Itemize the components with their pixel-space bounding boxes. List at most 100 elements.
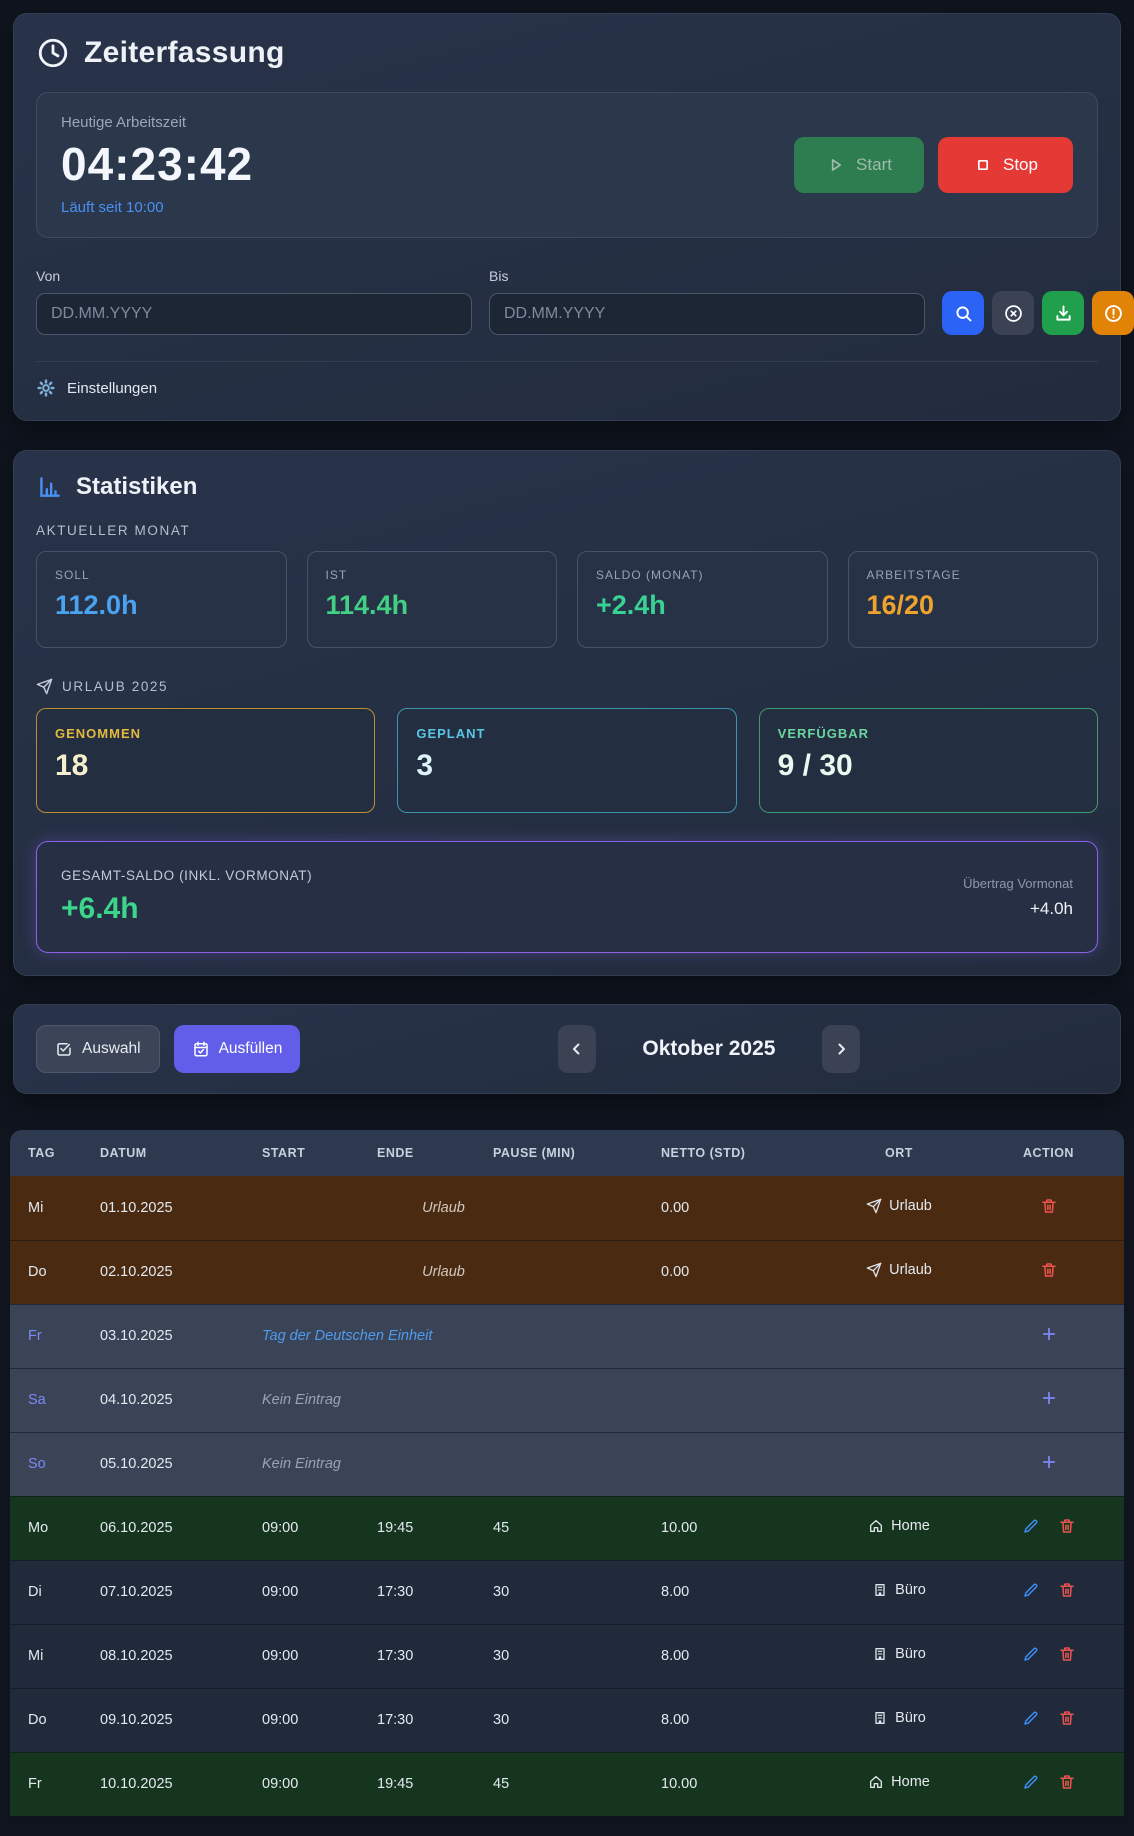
- header-netto: NETTO (STD): [643, 1130, 825, 1176]
- current-month-section-label: AKTUELLER MONAT: [36, 523, 1098, 538]
- cell-datum: 10.10.2025: [82, 1752, 244, 1816]
- von-date-input[interactable]: [36, 293, 472, 335]
- search-button[interactable]: [942, 291, 984, 335]
- trash-icon: [1040, 1197, 1058, 1215]
- delete-entry-button[interactable]: [1049, 1517, 1085, 1538]
- pencil-icon: [1022, 1645, 1040, 1663]
- cell-datum: 03.10.2025: [82, 1304, 244, 1368]
- cell-note: Urlaub: [244, 1176, 643, 1240]
- stat-value: +2.4h: [596, 590, 809, 621]
- cell-pause: 45: [475, 1752, 643, 1816]
- edit-entry-button[interactable]: [1013, 1645, 1049, 1666]
- cell-action: [973, 1240, 1124, 1304]
- cell-netto: 10.00: [643, 1496, 825, 1560]
- vacation-label: GEPLANT: [416, 726, 717, 741]
- header-start: START: [244, 1130, 359, 1176]
- edit-entry-button[interactable]: [1013, 1517, 1049, 1538]
- cell-datum: 04.10.2025: [82, 1368, 244, 1432]
- cell-ort: Urlaub: [825, 1176, 973, 1240]
- cell-action: [973, 1624, 1124, 1688]
- vacation-section-label: URLAUB 2025: [36, 678, 1098, 695]
- cell-tag: Do: [10, 1240, 82, 1304]
- date-filter-row: Von Bis: [36, 268, 1098, 335]
- cell-ort: Büro: [825, 1688, 973, 1752]
- alert-button[interactable]: [1092, 291, 1134, 335]
- table-row: So 05.10.2025 Kein Eintrag: [10, 1432, 1124, 1496]
- timer-card: Zeiterfassung Heutige Arbeitszeit 04:23:…: [13, 13, 1121, 421]
- previous-month-button[interactable]: [558, 1025, 596, 1073]
- trash-icon: [1058, 1709, 1076, 1727]
- table-header-row: TAG DATUM START ENDE PAUSE (MIN) NETTO (…: [10, 1130, 1124, 1176]
- edit-entry-button[interactable]: [1013, 1773, 1049, 1794]
- header-action: ACTION: [973, 1130, 1124, 1176]
- delete-entry-button[interactable]: [1049, 1645, 1085, 1666]
- vacation-card-verfuegbar: VERFÜGBAR 9 / 30: [759, 708, 1098, 813]
- download-icon: [1053, 303, 1074, 324]
- home-icon: [868, 1774, 884, 1790]
- table-row: Do 02.10.2025 Urlaub 0.00 Urlaub: [10, 1240, 1124, 1304]
- table-row: Fr 10.10.2025 09:00 19:45 45 10.00 Home: [10, 1752, 1124, 1816]
- vacation-label: VERFÜGBAR: [778, 726, 1079, 741]
- delete-entry-button[interactable]: [1049, 1709, 1085, 1730]
- clock-icon: [36, 36, 70, 70]
- autofill-label: Ausfüllen: [219, 1040, 283, 1058]
- cell-tag: Sa: [10, 1368, 82, 1432]
- cell-netto: [643, 1368, 825, 1432]
- cell-note: Urlaub: [244, 1240, 643, 1304]
- settings-button[interactable]: Einstellungen: [36, 378, 157, 398]
- start-button-label: Start: [856, 155, 892, 175]
- table-row: Mi 01.10.2025 Urlaub 0.00 Urlaub: [10, 1176, 1124, 1240]
- table-row: Di 07.10.2025 09:00 17:30 30 8.00 Büro: [10, 1560, 1124, 1624]
- vacation-section-text: URLAUB 2025: [62, 679, 168, 694]
- timer-label: Heutige Arbeitszeit: [61, 114, 253, 131]
- delete-entry-button[interactable]: [1049, 1773, 1085, 1794]
- cell-pause: 30: [475, 1688, 643, 1752]
- cell-netto: [643, 1304, 825, 1368]
- select-mode-button[interactable]: Auswahl: [36, 1025, 160, 1073]
- cell-netto: 0.00: [643, 1176, 825, 1240]
- cell-tag: Di: [10, 1560, 82, 1624]
- timer-value: 04:23:42: [61, 137, 253, 191]
- cell-netto: 10.00: [643, 1752, 825, 1816]
- add-entry-button[interactable]: [1031, 1325, 1067, 1346]
- clear-filter-button[interactable]: [992, 291, 1034, 335]
- stop-button[interactable]: Stop: [938, 137, 1073, 193]
- trash-icon: [1040, 1261, 1058, 1279]
- stat-card-soll: SOLL 112.0h: [36, 551, 287, 648]
- next-month-button[interactable]: [822, 1025, 860, 1073]
- delete-entry-button[interactable]: [1031, 1197, 1067, 1218]
- cell-netto: [643, 1432, 825, 1496]
- cell-tag: So: [10, 1432, 82, 1496]
- carryover-value: +4.0h: [963, 899, 1073, 919]
- delete-entry-button[interactable]: [1031, 1261, 1067, 1282]
- cell-ende: 17:30: [359, 1688, 475, 1752]
- building-icon: [872, 1646, 888, 1662]
- table-row: Fr 03.10.2025 Tag der Deutschen Einheit: [10, 1304, 1124, 1368]
- export-button[interactable]: [1042, 291, 1084, 335]
- autofill-button[interactable]: Ausfüllen: [174, 1025, 301, 1073]
- plane-icon: [866, 1262, 882, 1278]
- statistics-header: Statistiken: [36, 473, 1098, 501]
- start-button[interactable]: Start: [794, 137, 924, 193]
- cell-datum: 07.10.2025: [82, 1560, 244, 1624]
- table-row: Mi 08.10.2025 09:00 17:30 30 8.00 Büro: [10, 1624, 1124, 1688]
- vacation-card-genommen: GENOMMEN 18: [36, 708, 375, 813]
- gear-icon: [36, 378, 56, 398]
- add-entry-button[interactable]: [1031, 1453, 1067, 1474]
- search-icon: [953, 303, 974, 324]
- edit-entry-button[interactable]: [1013, 1709, 1049, 1730]
- add-entry-button[interactable]: [1031, 1389, 1067, 1410]
- cell-action: [973, 1176, 1124, 1240]
- delete-entry-button[interactable]: [1049, 1581, 1085, 1602]
- cell-action: [973, 1432, 1124, 1496]
- trash-icon: [1058, 1517, 1076, 1535]
- bis-date-input[interactable]: [489, 293, 925, 335]
- building-icon: [872, 1582, 888, 1598]
- circle-x-icon: [1003, 303, 1024, 324]
- cell-ende: 17:30: [359, 1624, 475, 1688]
- header-ende: ENDE: [359, 1130, 475, 1176]
- vacation-value: 3: [416, 749, 717, 783]
- edit-entry-button[interactable]: [1013, 1581, 1049, 1602]
- cell-start: 09:00: [244, 1560, 359, 1624]
- pencil-icon: [1022, 1773, 1040, 1791]
